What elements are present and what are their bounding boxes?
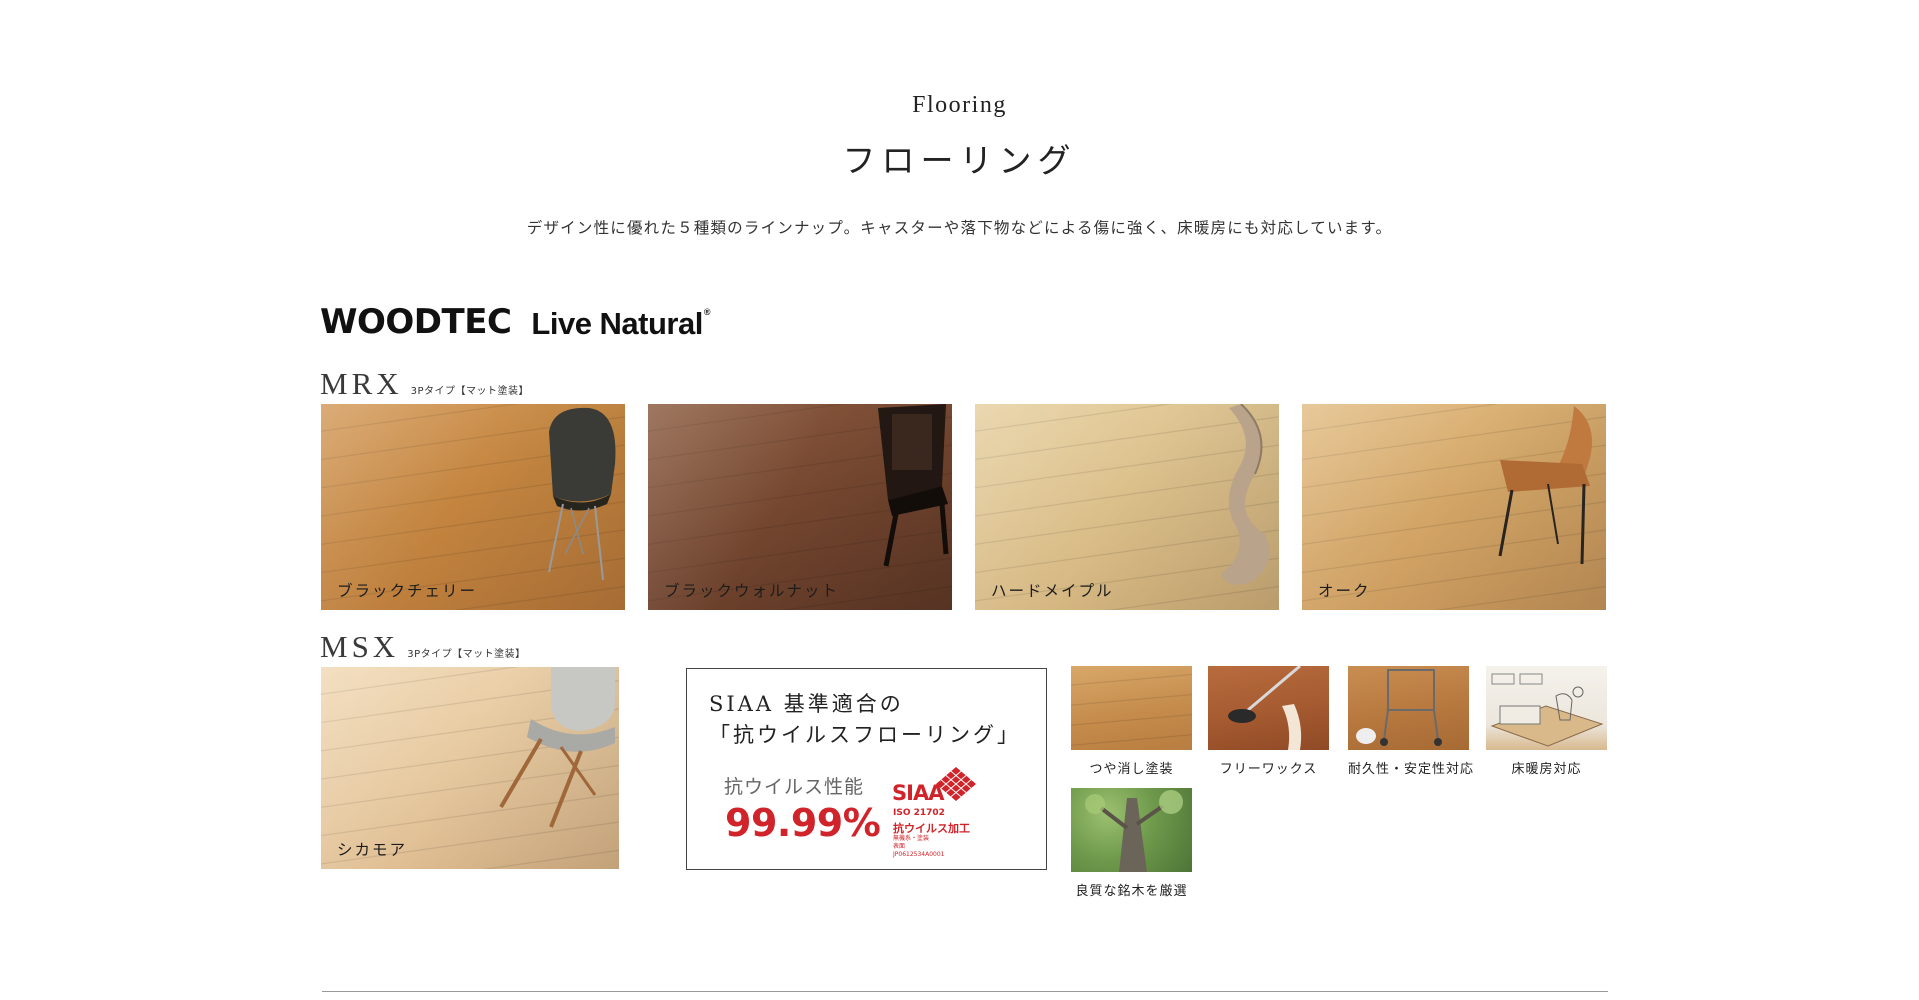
- feature-caption: 耐久性・安定性対応: [1348, 762, 1475, 777]
- siaa-logo-text: SIAA: [892, 781, 944, 805]
- siaa-antivirus-panel: SIAA 基準適合の 「抗ウイルスフローリング」 抗ウイルス性能 99.99% …: [686, 668, 1047, 870]
- chair-illustration: [1498, 406, 1592, 565]
- series-name: MSX: [320, 629, 400, 664]
- siaa-certification-mark: SIAA ISO 21702 抗ウイルス加工 無機系・塗装 表面 JP06125…: [892, 767, 982, 859]
- feature-wax-free: フリーワックス: [1208, 666, 1329, 777]
- siaa-fine-print: 無機系・塗装 表面 JP0612534A0001: [893, 835, 944, 859]
- series-type: 3Pタイプ【マット塗装】: [410, 386, 530, 397]
- swatch-label: ブラックチェリー: [337, 582, 478, 600]
- siaa-fine-print-2: 表面: [893, 843, 906, 850]
- series-name: MRX: [320, 366, 403, 401]
- siaa-fine-print-3: JP0612534A0001: [893, 851, 945, 858]
- brand-logo: WOODTEC Live Natural®: [320, 297, 711, 342]
- live-natural-logo: Live Natural®: [531, 306, 711, 341]
- siaa-heading: SIAA 基準適合の 「抗ウイルスフローリング」: [709, 689, 1021, 751]
- page-title: フローリング: [842, 141, 1077, 180]
- siaa-heading-line1: SIAA 基準適合の: [709, 692, 904, 716]
- series-type: 3Pタイプ【マット塗装】: [407, 649, 526, 660]
- matte-finish-photo: [1071, 666, 1192, 750]
- live-natural-text: Live Natural: [531, 306, 703, 341]
- swatch-label: シカモア: [337, 841, 408, 859]
- siaa-heading-line2: 「抗ウイルスフローリング」: [709, 723, 1021, 747]
- swatch-label: オーク: [1318, 582, 1371, 600]
- feature-durability: 耐久性・安定性対応: [1348, 666, 1475, 777]
- feature-caption: 床暖房対応: [1511, 762, 1582, 777]
- chair-illustration: [878, 404, 949, 567]
- siaa-fine-print-1: 無機系・塗装: [893, 835, 930, 842]
- section-eyebrow: Flooring: [912, 92, 1007, 118]
- swatch-black-cherry[interactable]: ブラックチェリー: [321, 404, 625, 610]
- section-divider: [322, 991, 1608, 992]
- feature-caption: つや消し塗装: [1089, 762, 1174, 777]
- siaa-antivirus-text: 抗ウイルス加工: [893, 822, 970, 835]
- chair-illustration: [548, 407, 616, 581]
- swatch-sycamore[interactable]: シカモア: [321, 667, 619, 869]
- swatch-oak[interactable]: オーク: [1302, 404, 1606, 610]
- feature-selected-wood: 良質な銘木を厳選: [1071, 788, 1192, 899]
- lead-text: デザイン性に優れた５種類のラインナップ。キャスターや落下物などによる傷に強く、床…: [526, 219, 1393, 237]
- series-msx-header: MSX 3Pタイプ【マット塗装】: [320, 631, 526, 662]
- feature-caption: 良質な銘木を厳選: [1075, 884, 1188, 899]
- swatch-hard-maple[interactable]: ハードメイプル: [975, 404, 1279, 610]
- swatch-label: ハードメイプル: [991, 582, 1114, 600]
- performance-label: 抗ウイルス性能: [724, 776, 865, 798]
- siaa-iso: ISO 21702: [893, 808, 945, 818]
- tree-photo: [1071, 788, 1192, 872]
- wax-free-photo: [1208, 666, 1329, 750]
- registered-mark: ®: [703, 307, 711, 317]
- feature-floor-heating: 床暖房対応: [1486, 666, 1607, 777]
- durability-photo: [1348, 666, 1469, 750]
- feature-matte-finish: つや消し塗装: [1071, 666, 1192, 777]
- series-mrx-header: MRX 3Pタイプ【マット塗装】: [320, 368, 529, 399]
- feature-caption: フリーワックス: [1219, 762, 1318, 777]
- woodtec-logo: WOODTEC: [320, 302, 512, 342]
- swatch-black-walnut[interactable]: ブラックウォルナット: [648, 404, 952, 610]
- floor-heating-illustration: [1486, 666, 1607, 750]
- swatch-label: ブラックウォルナット: [664, 582, 840, 600]
- chair-illustration: [1221, 404, 1270, 585]
- performance-value: 99.99%: [725, 801, 881, 845]
- chair-illustration: [499, 667, 615, 828]
